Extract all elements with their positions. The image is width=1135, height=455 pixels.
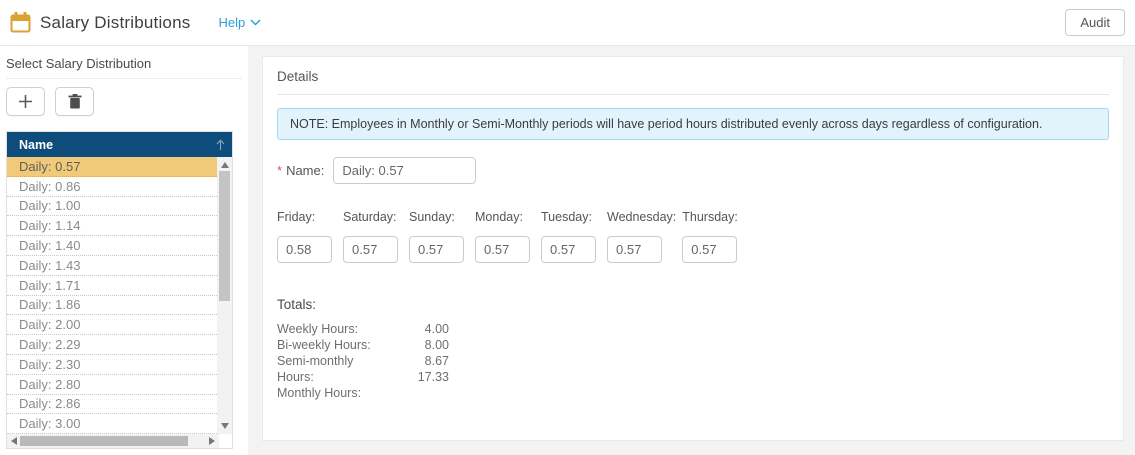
totals-row-label: Weekly Hours: <box>277 322 359 336</box>
sort-ascending-icon[interactable] <box>216 139 225 151</box>
list-item[interactable]: Daily: 1.40 <box>7 236 217 256</box>
totals-row-label: Monthly Hours: <box>277 386 362 400</box>
totals-row-value: 8.67 <box>424 354 449 368</box>
day-column: Tuesday: <box>541 210 607 263</box>
scroll-up-icon[interactable] <box>220 162 229 168</box>
add-button[interactable] <box>6 87 45 116</box>
day-label: Wednesday: <box>607 210 677 224</box>
page-title: Salary Distributions <box>40 12 191 32</box>
day-input-saturday[interactable] <box>343 236 398 263</box>
list-item[interactable]: Daily: 1.71 <box>7 276 217 296</box>
scroll-down-icon[interactable] <box>220 423 229 429</box>
list-rows: Daily: 0.57 Daily: 0.86 Daily: 1.00 Daily: … <box>7 157 217 434</box>
details-panel: Details NOTE: Employees in Monthly or Se… <box>262 56 1124 441</box>
day-label: Sunday: <box>409 210 455 224</box>
day-input-tuesday[interactable] <box>541 236 596 263</box>
vertical-scroll-thumb[interactable] <box>219 171 230 301</box>
required-marker: * <box>277 163 283 178</box>
totals-title: Totals: <box>277 297 317 312</box>
main-area: Details NOTE: Employees in Monthly or Se… <box>248 46 1135 455</box>
sidebar-title: Select Salary Distribution <box>6 46 242 79</box>
scroll-left-icon[interactable] <box>11 437 17 445</box>
day-input-thursday[interactable] <box>682 236 738 263</box>
list-item[interactable]: Daily: 1.86 <box>7 296 217 316</box>
horizontal-scrollbar[interactable] <box>7 434 219 448</box>
list-item[interactable]: Daily: 3.00 <box>7 414 217 434</box>
trash-icon <box>68 94 82 109</box>
details-title: Details <box>277 69 1109 95</box>
totals-grid: Weekly Hours: Bi-weekly Hours: Semi-monthl… <box>277 321 1109 401</box>
audit-button[interactable]: Audit <box>1065 9 1125 36</box>
totals-row-value: 8.00 <box>424 338 449 352</box>
day-label: Saturday: <box>343 210 397 224</box>
list-item[interactable]: Daily: 1.00 <box>7 197 217 217</box>
delete-button[interactable] <box>55 87 94 116</box>
vertical-scrollbar[interactable] <box>217 157 232 434</box>
list-item[interactable]: Daily: 2.29 <box>7 335 217 355</box>
day-input-friday[interactable] <box>277 236 332 263</box>
day-column: Friday: <box>277 210 343 263</box>
totals-values: 4.00 8.00 8.67 17.33 <box>379 321 449 401</box>
note-banner: NOTE: Employees in Monthly or Semi-Month… <box>277 108 1109 140</box>
list-item[interactable]: Daily: 0.86 <box>7 177 217 197</box>
calendar-icon <box>10 12 31 33</box>
day-input-monday[interactable] <box>475 236 530 263</box>
horizontal-scroll-thumb[interactable] <box>20 436 188 446</box>
day-label: Friday: <box>277 210 316 224</box>
totals-row-value: 4.00 <box>424 322 449 336</box>
scroll-right-icon[interactable] <box>209 437 215 445</box>
day-hours-group: Friday: Saturday: Sunday: Monday: Tuesday: We… <box>277 210 1109 263</box>
list-item[interactable]: Daily: 2.80 <box>7 375 217 395</box>
day-column: Wednesday: <box>607 210 682 263</box>
day-column: Monday: <box>475 210 541 263</box>
sidebar: Select Salary Distribution Name Daily: 0… <box>0 46 248 455</box>
totals-labels: Weekly Hours: Bi-weekly Hours: Semi-monthl… <box>277 321 379 401</box>
day-label: Thursday: <box>682 210 738 224</box>
day-column: Thursday: <box>682 210 748 263</box>
totals-row-label: Semi-monthly Hours: <box>277 354 354 384</box>
list-item[interactable]: Daily: 2.30 <box>7 355 217 375</box>
day-label: Tuesday: <box>541 210 592 224</box>
day-input-wednesday[interactable] <box>607 236 662 263</box>
totals-row-label: Bi-weekly Hours: <box>277 338 371 352</box>
day-input-sunday[interactable] <box>409 236 464 263</box>
chevron-down-icon <box>250 19 261 26</box>
list-item[interactable]: Daily: 1.14 <box>7 216 217 237</box>
list-item[interactable]: Daily: 1.43 <box>7 256 217 276</box>
list-item[interactable]: Daily: 2.86 <box>7 395 217 415</box>
day-label: Monday: <box>475 210 523 224</box>
name-input[interactable] <box>333 157 477 184</box>
day-column: Saturday: <box>343 210 409 263</box>
totals-section: Totals: Weekly Hours: Bi-weekly Hours: Sem… <box>277 297 1109 401</box>
app-header: Salary Distributions Help Audit <box>0 0 1135 46</box>
name-field-label: Name: <box>286 163 325 178</box>
help-menu-label: Help <box>218 15 246 30</box>
content: Select Salary Distribution Name Daily: 0… <box>0 46 1135 455</box>
column-header-name[interactable]: Name <box>7 132 232 157</box>
list-item[interactable]: Daily: 0.57 <box>7 157 217 177</box>
column-header-label: Name <box>19 137 54 152</box>
totals-row-value: 17.33 <box>417 370 449 384</box>
day-column: Sunday: <box>409 210 475 263</box>
list-item[interactable]: Daily: 2.00 <box>7 315 217 336</box>
help-menu[interactable]: Help <box>218 15 261 30</box>
name-field-row: * Name: <box>277 157 1109 184</box>
list-body: Daily: 0.57 Daily: 0.86 Daily: 1.00 Daily: … <box>7 157 232 434</box>
list-toolbar <box>6 87 248 116</box>
salary-distribution-list: Name Daily: 0.57 Daily: 0.86 Daily: 1.00 Da… <box>6 131 233 449</box>
plus-icon <box>18 94 33 109</box>
